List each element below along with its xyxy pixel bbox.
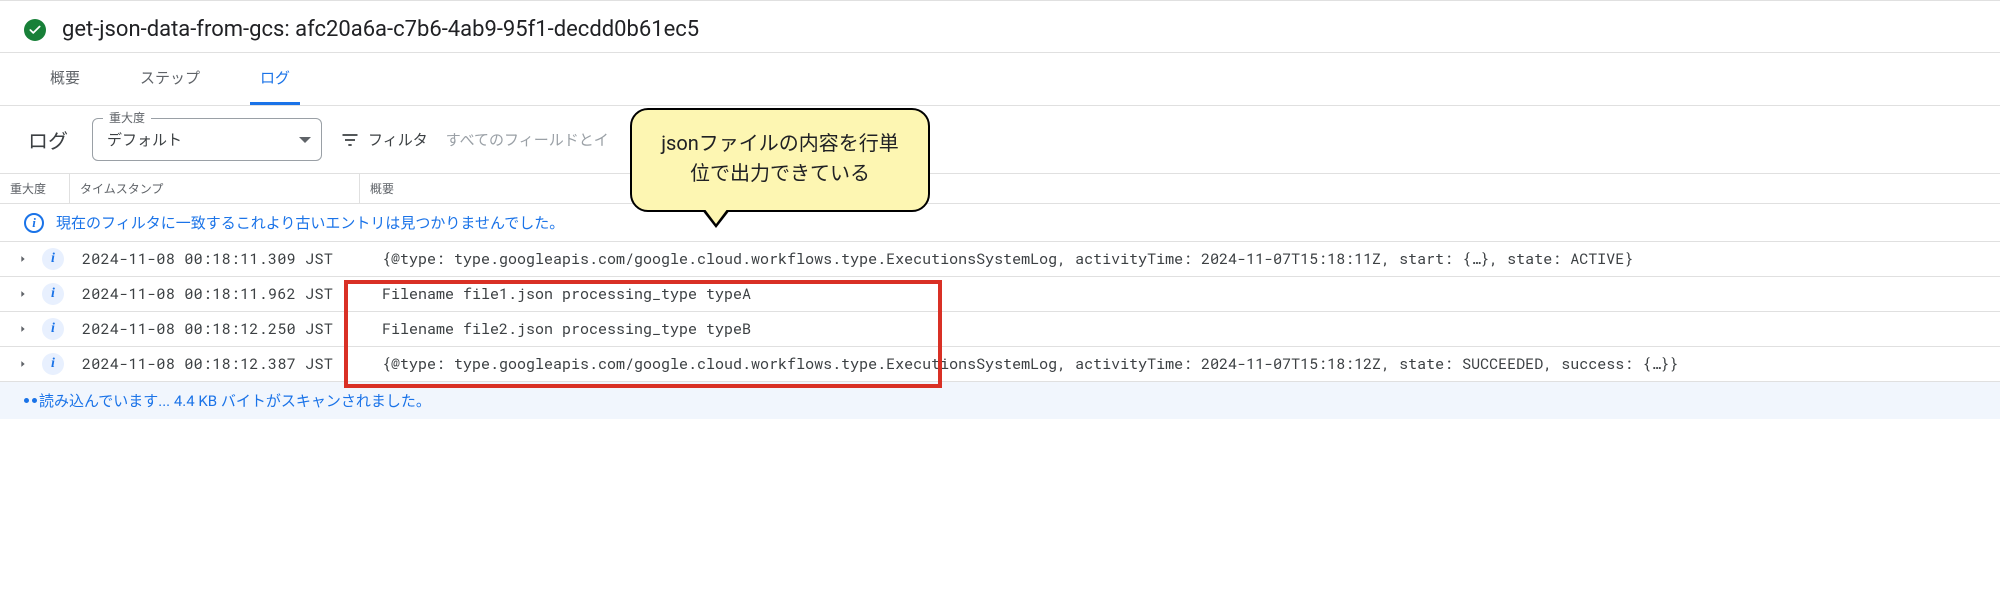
expand-icon[interactable] <box>18 324 34 334</box>
log-row[interactable]: i 2024-11-08 00:18:12.250 JST Filename f… <box>0 312 2000 347</box>
annotation-callout: jsonファイルの内容を行単位で出力できている <box>630 108 930 212</box>
filter-label: フィルタ <box>368 129 428 150</box>
chevron-down-icon <box>299 137 311 143</box>
expand-icon[interactable] <box>18 359 34 369</box>
expand-icon[interactable] <box>18 289 34 299</box>
log-row[interactable]: i 2024-11-08 00:18:12.387 JST {@type: ty… <box>0 347 2000 382</box>
filter-placeholder: すべてのフィールドとイ <box>446 129 609 150</box>
log-summary: {@type: type.googleapis.com/google.cloud… <box>382 249 1990 269</box>
severity-legend: 重大度 <box>103 109 151 126</box>
log-controls: ログ 重大度 デフォルト フィルタ すべてのフィールドとイ <box>0 106 2000 173</box>
severity-info-icon: i <box>42 283 64 305</box>
loading-text: 読み込んでいます... 4.4 KB バイトがスキャンされました。 <box>39 390 431 411</box>
log-row[interactable]: i 2024-11-08 00:18:11.309 JST {@type: ty… <box>0 242 2000 277</box>
severity-select[interactable]: 重大度 デフォルト <box>92 118 322 161</box>
logs-label: ログ <box>28 125 68 154</box>
info-icon: i <box>24 213 44 233</box>
severity-info-icon: i <box>42 248 64 270</box>
severity-info-icon: i <box>42 353 64 375</box>
expand-icon[interactable] <box>18 254 34 264</box>
tab-steps[interactable]: ステップ <box>130 53 210 105</box>
severity-value: デフォルト <box>107 129 283 150</box>
log-summary: {@type: type.googleapis.com/google.cloud… <box>382 354 1990 374</box>
log-timestamp: 2024-11-08 00:18:12.387 JST <box>82 354 382 374</box>
log-timestamp: 2024-11-08 00:18:11.309 JST <box>82 249 382 269</box>
col-timestamp: タイムスタンプ <box>70 174 360 203</box>
info-text: 現在のフィルタに一致するこれより古いエントリは見つかりませんでした。 <box>56 212 564 233</box>
log-timestamp: 2024-11-08 00:18:12.250 JST <box>82 319 382 339</box>
loading-row: 読み込んでいます... 4.4 KB バイトがスキャンされました。 <box>0 382 2000 419</box>
tabs: 概要 ステップ ログ <box>0 53 2000 106</box>
col-severity: 重大度 <box>0 174 70 203</box>
log-timestamp: 2024-11-08 00:18:11.962 JST <box>82 284 382 304</box>
filter-button[interactable]: フィルタ <box>340 129 428 150</box>
no-older-entries-row: i 現在のフィルタに一致するこれより古いエントリは見つかりませんでした。 <box>0 204 2000 242</box>
tab-logs[interactable]: ログ <box>250 53 300 105</box>
execution-header: get-json-data-from-gcs: afc20a6a-c7b6-4a… <box>0 0 2000 53</box>
log-summary: Filename file2.json processing_type type… <box>382 319 1990 339</box>
tab-overview[interactable]: 概要 <box>40 53 90 105</box>
spinner-icon <box>24 398 29 403</box>
callout-text: jsonファイルの内容を行単位で出力できている <box>661 131 899 185</box>
callout-tail-icon <box>702 210 730 228</box>
log-table-header: 重大度 タイムスタンプ 概要 <box>0 173 2000 204</box>
col-summary: 概要 <box>360 174 2000 203</box>
log-summary: Filename file1.json processing_type type… <box>382 284 1990 304</box>
status-success-icon <box>24 19 46 41</box>
log-row[interactable]: i 2024-11-08 00:18:11.962 JST Filename f… <box>0 277 2000 312</box>
filter-icon <box>340 130 360 150</box>
severity-info-icon: i <box>42 318 64 340</box>
page-title: get-json-data-from-gcs: afc20a6a-c7b6-4a… <box>62 17 699 42</box>
